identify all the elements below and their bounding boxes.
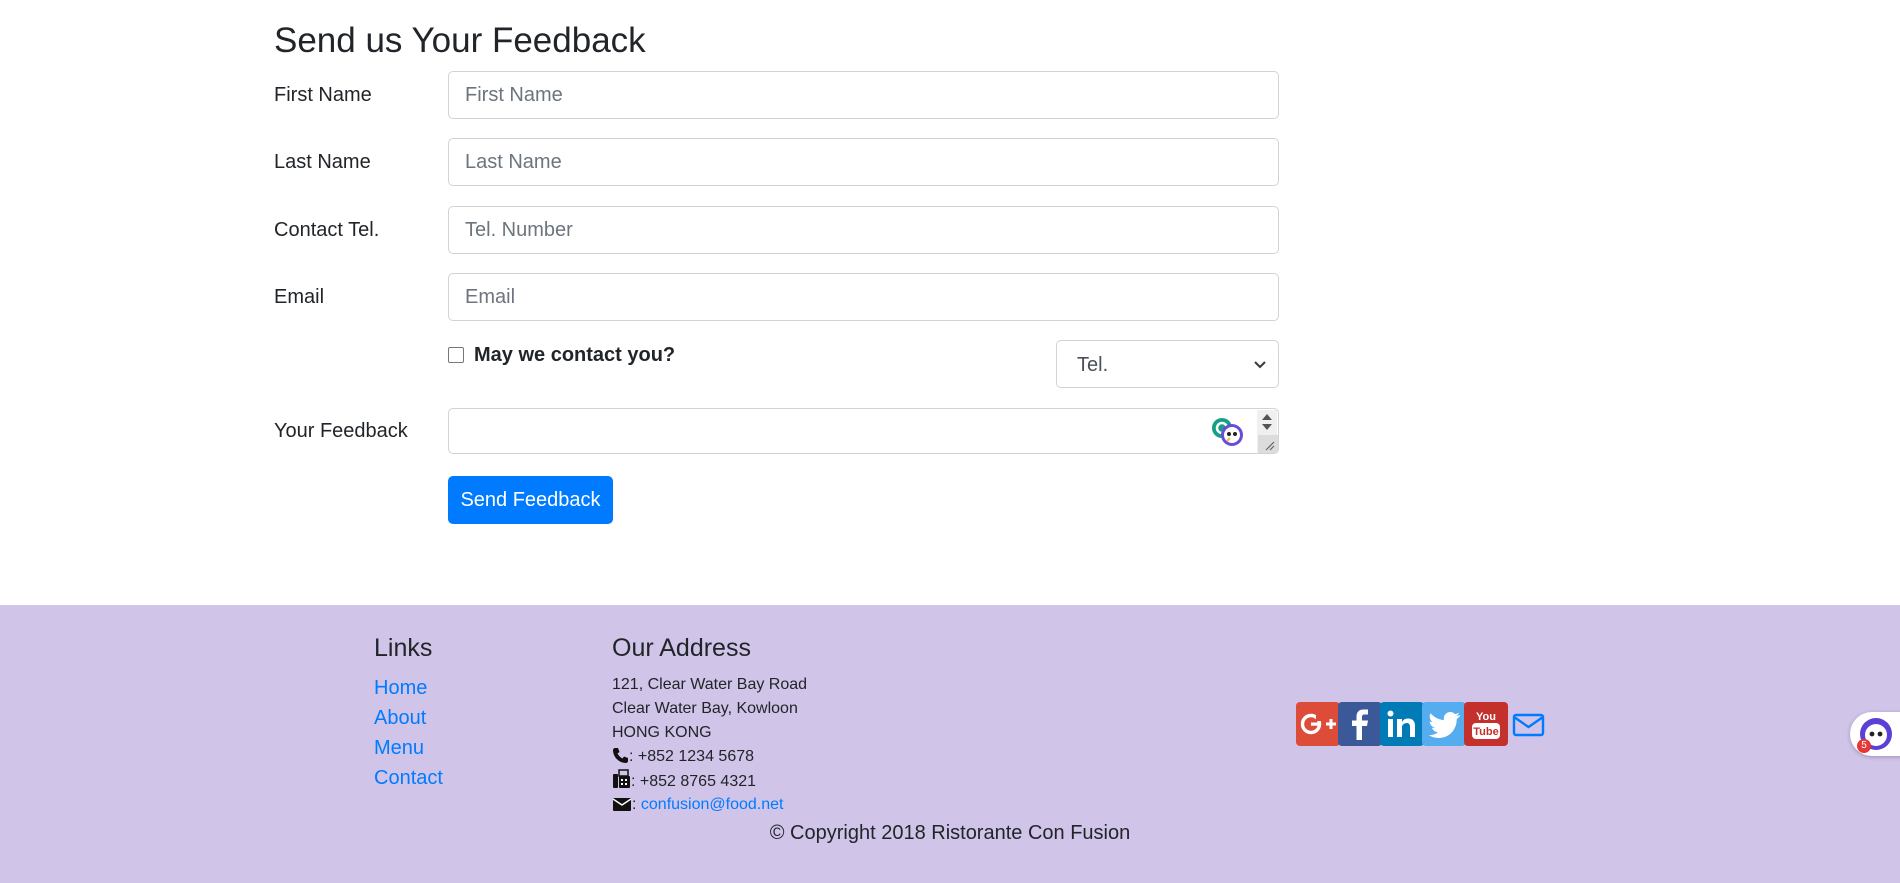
- may-contact-checkbox[interactable]: [448, 347, 464, 363]
- may-contact-label[interactable]: May we contact you?: [474, 340, 675, 370]
- send-feedback-button[interactable]: Send Feedback: [448, 476, 613, 524]
- last-name-label: Last Name: [274, 151, 371, 173]
- spin-up-icon[interactable]: [1262, 414, 1272, 420]
- grammar-extension-icon[interactable]: [1210, 414, 1246, 448]
- linkedin-icon[interactable]: [1380, 702, 1424, 746]
- phone-number: : +852 1234 5678: [629, 748, 755, 765]
- spin-down-icon[interactable]: [1262, 424, 1272, 430]
- tel-number-input[interactable]: [448, 206, 1279, 254]
- page: Send us Your Feedback First Name Last Na…: [0, 0, 1900, 883]
- first-name-row: First Name: [274, 71, 1279, 119]
- first-name-label: First Name: [274, 84, 372, 106]
- address-title: Our Address: [612, 634, 751, 662]
- footer-link-contact[interactable]: Contact: [374, 763, 443, 793]
- footer-link-menu[interactable]: Menu: [374, 733, 443, 763]
- fax-number: : +852 8765 4321: [631, 773, 757, 790]
- first-name-input[interactable]: [448, 71, 1279, 119]
- fax-icon: [613, 769, 630, 788]
- email-label: Email: [274, 286, 325, 308]
- phone-icon: [613, 748, 628, 763]
- address-line-1: 121, Clear Water Bay Road: [612, 676, 808, 693]
- chat-badge: 5: [1857, 739, 1871, 753]
- mail-icon[interactable]: [1506, 702, 1550, 746]
- phone-line: : +852 1234 5678: [612, 745, 807, 769]
- contact-tel-label: Contact Tel.: [274, 219, 380, 241]
- google-plus-icon[interactable]: [1296, 702, 1340, 746]
- address-line-2: Clear Water Bay, Kowloon: [612, 700, 798, 717]
- youtube-icon[interactable]: You Tube: [1464, 702, 1508, 746]
- email-row: Email: [274, 273, 1279, 321]
- address-line-3: HONG KONG: [612, 724, 712, 741]
- footer: Links Home About Menu Contact Our Addres…: [0, 605, 1900, 883]
- contact-method-value: Tel.: [1077, 354, 1109, 376]
- svg-text:Tube: Tube: [1473, 726, 1498, 738]
- feedback-textarea[interactable]: [448, 408, 1279, 454]
- chevron-down-icon: [1254, 361, 1266, 369]
- email-input[interactable]: [448, 273, 1279, 321]
- address-block: 121, Clear Water Bay Road Clear Water Ba…: [612, 673, 807, 817]
- feedback-row: Your Feedback: [274, 408, 1279, 454]
- form-title: Send us Your Feedback: [274, 21, 646, 60]
- feedback-form: Send us Your Feedback First Name Last Na…: [274, 0, 1279, 605]
- feedback-label: Your Feedback: [274, 420, 408, 442]
- links-title: Links: [374, 634, 433, 662]
- chat-widget[interactable]: 5: [1850, 712, 1900, 756]
- email-link[interactable]: confusion@food.net: [641, 796, 784, 813]
- contact-method-select[interactable]: Tel.: [1056, 340, 1279, 388]
- contact-preference-row: May we contact you? Tel.: [448, 340, 1279, 388]
- resize-grip-icon[interactable]: [1258, 435, 1278, 453]
- email-line: : confusion@food.net: [612, 793, 807, 817]
- facebook-icon[interactable]: [1338, 702, 1382, 746]
- footer-links: Home About Menu Contact: [374, 673, 443, 793]
- last-name-row: Last Name: [274, 138, 1279, 186]
- twitter-icon[interactable]: [1422, 702, 1466, 746]
- svg-text:You: You: [1476, 711, 1496, 723]
- fax-line: : +852 8765 4321: [612, 769, 807, 793]
- footer-link-about[interactable]: About: [374, 703, 443, 733]
- email-separator: :: [632, 796, 637, 813]
- envelope-icon: [612, 798, 632, 811]
- last-name-input[interactable]: [448, 138, 1279, 186]
- footer-link-home[interactable]: Home: [374, 673, 443, 703]
- contact-tel-row: Contact Tel.: [274, 206, 1279, 254]
- copyright: © Copyright 2018 Ristorante Con Fusion: [769, 822, 1131, 844]
